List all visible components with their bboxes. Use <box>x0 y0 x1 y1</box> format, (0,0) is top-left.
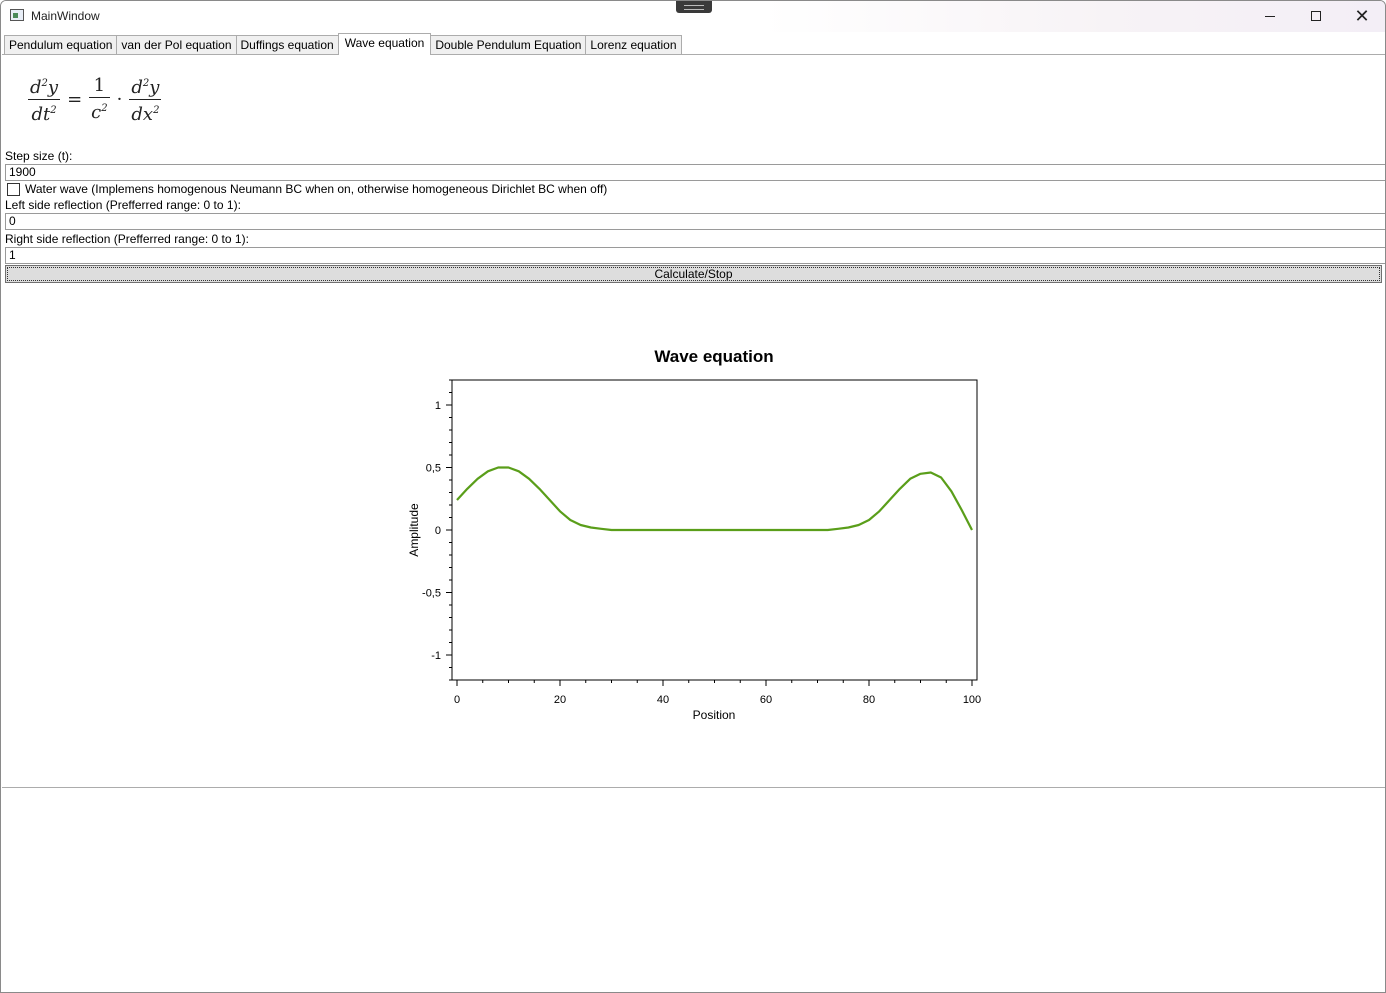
x-tick-label: 0 <box>454 694 460 706</box>
tab-wave[interactable]: Wave equation <box>337 33 432 55</box>
x-tick-label: 20 <box>554 694 566 706</box>
main-window: MainWindow ✕ Pendulum equation van der P… <box>0 0 1386 993</box>
chart-title: Wave equation <box>654 347 773 366</box>
y-tick-label: 0 <box>435 525 441 537</box>
y-tick-label: 1 <box>435 400 441 412</box>
x-tick-label: 100 <box>963 694 981 706</box>
y-axis-label: Amplitude <box>407 503 421 557</box>
y-tick-label: 0,5 <box>426 463 441 475</box>
x-tick-label: 60 <box>760 694 772 706</box>
x-tick-label: 40 <box>657 694 669 706</box>
x-axis-label: Position <box>693 708 736 722</box>
wave-chart: Wave equation 1 0,5 0 -0,5 -1 0 20 40 60 80 100 A… <box>407 347 981 722</box>
y-tick-label: -1 <box>431 650 441 662</box>
y-tick-label: -0,5 <box>422 588 441 600</box>
x-tick-label: 80 <box>863 694 875 706</box>
